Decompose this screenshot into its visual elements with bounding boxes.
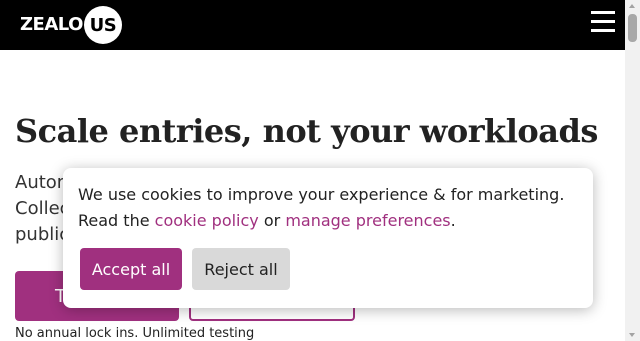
logo-badge: US <box>83 6 122 44</box>
cookie-text-2: or <box>258 211 286 230</box>
cookie-policy-link[interactable]: cookie policy <box>155 211 259 230</box>
scroll-up-arrow-icon[interactable] <box>629 4 635 8</box>
page-scrollbar[interactable] <box>625 0 640 341</box>
hero-line-3: public <box>15 224 70 245</box>
logo-wordmark: ZEALO <box>20 14 83 35</box>
accept-all-button[interactable]: Accept all <box>80 248 182 290</box>
cookie-button-group: Accept all Reject all <box>80 248 290 290</box>
hamburger-menu-icon[interactable] <box>591 11 615 33</box>
cookie-text-3: . <box>450 211 456 230</box>
scroll-down-arrow-icon[interactable] <box>629 333 635 337</box>
zealous-logo[interactable]: ZEALO US <box>20 6 122 44</box>
reject-all-button[interactable]: Reject all <box>192 248 290 290</box>
manage-preferences-link[interactable]: manage preferences <box>285 211 450 230</box>
hero-line-2: Collec <box>15 198 70 219</box>
cookie-consent-banner: We use cookies to improve your experienc… <box>63 168 593 308</box>
site-header: ZEALO US <box>0 0 625 50</box>
scrollbar-thumb[interactable] <box>628 14 637 42</box>
hero-title: Scale entries, not your workloads <box>15 112 598 150</box>
cookie-message: We use cookies to improve your experienc… <box>78 182 578 234</box>
cta-note: No annual lock ins. Unlimited testing <box>15 326 255 341</box>
